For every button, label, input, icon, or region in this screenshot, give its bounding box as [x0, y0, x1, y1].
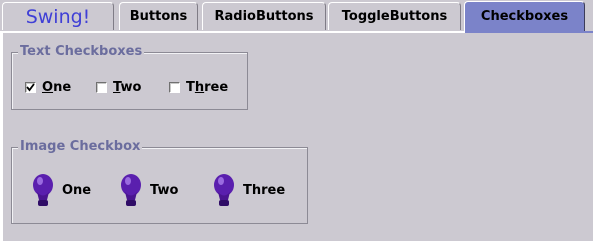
image-checkbox-label: One — [62, 182, 92, 198]
checkbox-one[interactable]: One — [25, 80, 71, 95]
checkbox-label: Three — [186, 80, 229, 95]
checkbox-two[interactable]: Two — [96, 80, 141, 95]
text-checkboxes-group: Text Checkboxes One Two Three — [11, 44, 248, 110]
tab-content-left-border — [0, 33, 3, 241]
checkbox-box[interactable] — [25, 82, 36, 93]
group-title: Image Checkbox — [18, 139, 143, 154]
checkbox-label: Two — [113, 80, 142, 95]
checkbox-box[interactable] — [96, 82, 107, 93]
checkbox-three[interactable]: Three — [169, 80, 228, 95]
tab-radiobuttons[interactable]: RadioButtons — [202, 2, 326, 30]
image-checkbox-three[interactable]: Three — [211, 172, 285, 208]
tab-bar: Swing! Buttons RadioButtons ToggleButton… — [0, 0, 593, 34]
image-checkbox-label: Two — [150, 182, 179, 198]
image-checkbox-group: Image Checkbox One Two Three — [11, 139, 308, 224]
tab-label: RadioButtons — [214, 9, 314, 24]
tab-checkboxes[interactable]: Checkboxes — [464, 1, 585, 31]
tab-swing[interactable]: Swing! — [2, 2, 114, 30]
image-checkbox-label: Three — [243, 182, 286, 198]
tab-buttons[interactable]: Buttons — [119, 2, 198, 30]
tab-togglebuttons[interactable]: ToggleButtons — [328, 2, 461, 30]
tab-content-border — [0, 31, 593, 33]
image-checkbox-two[interactable]: Two — [118, 172, 178, 208]
group-title: Text Checkboxes — [18, 44, 145, 59]
lightbulb-icon — [121, 174, 141, 206]
tab-label: Checkboxes — [480, 9, 569, 24]
image-checkbox-one[interactable]: One — [30, 172, 91, 208]
tab-label: Buttons — [129, 9, 188, 24]
checkbox-label: One — [42, 80, 72, 95]
tab-label: Swing! — [25, 5, 91, 28]
checkmark-icon — [26, 83, 35, 92]
lightbulb-icon — [214, 174, 234, 206]
lightbulb-icon — [33, 174, 53, 206]
checkbox-box[interactable] — [169, 82, 180, 93]
tab-label: ToggleButtons — [341, 9, 448, 24]
